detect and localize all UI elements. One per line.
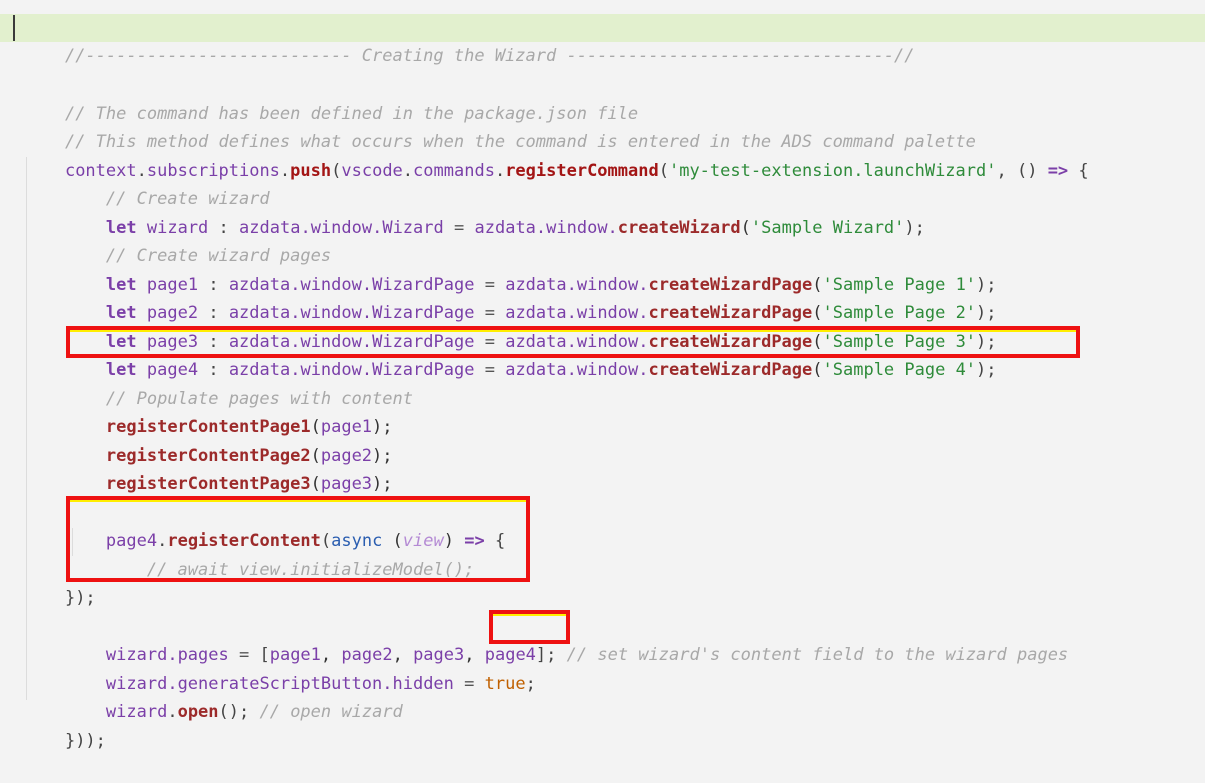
code-line-comment-populate-pages: // Populate pages with content	[0, 357, 1205, 409]
code-line-comment-initialize-model: // await view.initializeModel();	[0, 528, 1205, 580]
code-line-close-register-content: });	[0, 556, 1205, 608]
code-line-wizard-pages: wizard.pages = [page1, page2, page3, pag…	[105, 645, 1069, 666]
code-line-register-command: context.subscriptions.push(vscode.comman…	[0, 129, 1205, 181]
code-editor-canvas[interactable]: //-------------------------- Creating th…	[0, 0, 1205, 751]
code-line-comment-create-wizard: // Create wizard	[0, 157, 1205, 209]
code-line-register-content-page1: registerContentPage1(page1);	[105, 417, 393, 438]
code-line-banner: //-------------------------- Creating th…	[0, 14, 1205, 66]
code-line-end-of-block: }));	[0, 699, 1205, 751]
code-line-page4-register-content: page4.registerContent(async (view) => {	[105, 531, 506, 552]
code-line-register-content-page2: registerContentPage2(page2);	[105, 446, 393, 467]
code-line-wizard-open: wizard.open(); // open wizard	[0, 670, 1205, 722]
code-line-let-page2: let page2 : azdata.window.WizardPage = a…	[105, 303, 997, 324]
token-close-block: });	[64, 588, 96, 609]
text-caret	[13, 15, 15, 41]
banner-comment-text: //-------------------------- Creating th…	[64, 46, 915, 67]
code-line-comment-create-wizard-pages: // Create wizard pages	[0, 214, 1205, 266]
code-line-comment-package-json: // The command has been defined in the p…	[0, 72, 1205, 124]
indent-guide-level-1	[26, 157, 27, 700]
code-line-comment-ads-palette: // This method defines what occurs when …	[0, 100, 1205, 152]
token-page3-argument: page3	[320, 474, 373, 495]
code-line-let-page4: let page4 : azdata.window.WizardPage = a…	[105, 360, 997, 381]
code-line-let-page3: let page3 : azdata.window.WizardPage = a…	[105, 332, 997, 353]
code-line-let-page1: let page1 : azdata.window.WizardPage = a…	[105, 275, 997, 296]
code-line-let-wizard: let wizard : azdata.window.Wizard = azda…	[105, 218, 925, 239]
indent-guide-level-2	[72, 528, 73, 556]
token-end-of-block: }));	[64, 731, 106, 752]
code-line-generate-script-button: wizard.generateScriptButton.hidden = tru…	[0, 642, 1205, 694]
code-line-register-content-page3: registerContentPage3(page3);	[105, 474, 393, 495]
token-register-content-page3-call: registerContentPage3	[105, 474, 311, 495]
